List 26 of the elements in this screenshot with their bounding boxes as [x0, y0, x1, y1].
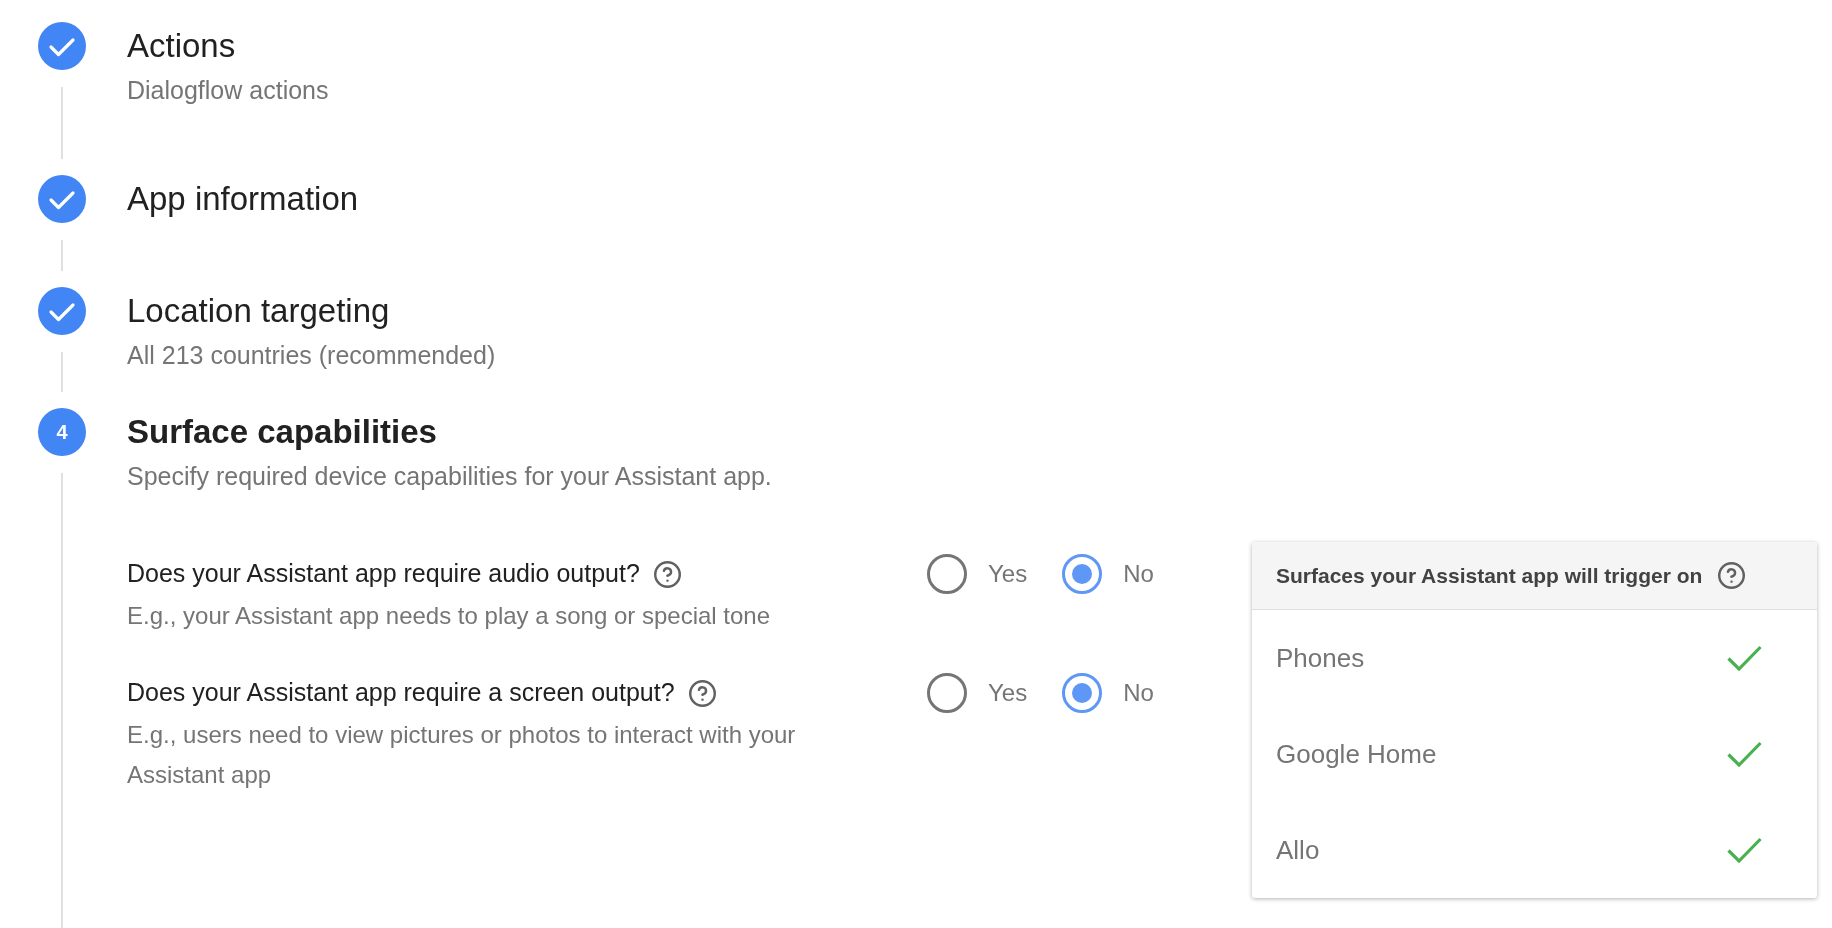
step-title[interactable]: App information: [127, 175, 1832, 223]
step-title[interactable]: Location targeting: [127, 287, 1832, 335]
step-subtitle: Dialogflow actions: [127, 75, 330, 106]
question-text: Does your Assistant app require audio output?: [127, 558, 640, 590]
help-icon[interactable]: [653, 560, 681, 588]
help-icon[interactable]: [1718, 562, 1746, 589]
radio-option[interactable]: Yes: [927, 673, 1028, 713]
step-subtitle: All 213 countries (recommended): [127, 340, 497, 371]
question-text: Does your Assistant app require a screen output?: [127, 677, 675, 709]
step-title[interactable]: Surface capabilities: [127, 408, 1832, 456]
panel-title: Surfaces your Assistant app will trigger on: [1276, 562, 1703, 589]
step-subtitle: Specify required device capabilities for your Assistant app.: [127, 461, 773, 492]
step-title[interactable]: Actions: [127, 22, 1832, 70]
surface-name: Allo: [1276, 833, 1320, 867]
surface-name: Phones: [1276, 641, 1365, 675]
radio-option[interactable]: No: [1062, 673, 1154, 713]
step-number: 4: [38, 408, 86, 456]
help-icon[interactable]: [688, 679, 716, 707]
check-circle-icon: [38, 175, 86, 223]
hint-text: E.g., users need to view pictures or photos to interact with your Assistant app: [127, 720, 797, 790]
check-circle-icon: [38, 287, 86, 335]
radio-option[interactable]: No: [1062, 554, 1154, 594]
surface-name: Google Home: [1276, 737, 1437, 771]
hint-text: E.g., your Assistant app needs to play a song or special tone: [127, 601, 772, 631]
check-circle-icon: [38, 22, 86, 70]
radio-option[interactable]: Yes: [927, 554, 1028, 594]
